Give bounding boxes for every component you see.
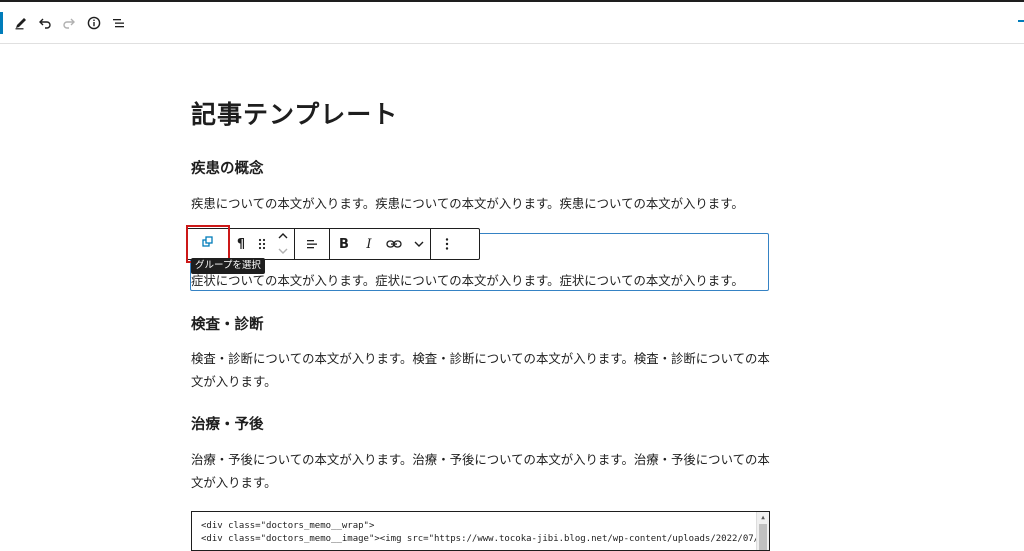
toolbar-group-format: B I bbox=[330, 229, 431, 259]
paragraph-block-type-button[interactable]: ¶ bbox=[230, 229, 252, 259]
italic-button[interactable]: I bbox=[358, 229, 380, 259]
code-line-2[interactable]: <div class="doctors_memo__image"><img sr… bbox=[201, 534, 769, 544]
info-icon[interactable] bbox=[83, 12, 105, 34]
paragraph-exam[interactable]: 検査・診断についての本文が入ります。検査・診断についての本文が入ります。検査・診… bbox=[191, 347, 771, 393]
paragraph-disease[interactable]: 疾患についての本文が入ります。疾患についての本文が入ります。疾患についての本文が… bbox=[191, 192, 771, 215]
link-icon[interactable] bbox=[380, 229, 408, 259]
post-title[interactable]: 記事テンプレート bbox=[191, 95, 398, 131]
section-heading-treatment[interactable]: 治療・予後 bbox=[191, 413, 264, 434]
chevron-up-icon[interactable] bbox=[277, 229, 289, 244]
list-view-icon[interactable] bbox=[108, 12, 130, 34]
options-kebab-icon[interactable] bbox=[431, 229, 463, 259]
more-formats-chevron-icon[interactable] bbox=[408, 229, 430, 259]
paragraph-symptom[interactable]: 症状についての本文が入ります。症状についての本文が入ります。症状についての本文が… bbox=[191, 269, 771, 292]
drag-handle-icon[interactable] bbox=[252, 229, 272, 259]
align-left-icon[interactable] bbox=[295, 229, 329, 259]
code-scrollbar[interactable]: ▲ bbox=[756, 512, 769, 550]
move-up-down-control[interactable] bbox=[272, 229, 294, 259]
scroll-thumb[interactable] bbox=[759, 524, 767, 550]
block-toolbar: ¶ B I bbox=[186, 228, 480, 260]
toolbar-right-indicator bbox=[1018, 20, 1024, 22]
bold-button[interactable]: B bbox=[330, 229, 358, 259]
section-heading-disease[interactable]: 疾患の概念 bbox=[191, 157, 264, 178]
editor-top-toolbar bbox=[0, 2, 1024, 44]
chevron-down-icon[interactable] bbox=[277, 244, 289, 259]
select-group-tooltip: グループを選択 bbox=[191, 258, 265, 274]
redo-icon[interactable] bbox=[58, 12, 80, 34]
code-line-1[interactable]: <div class="doctors_memo__wrap"> bbox=[201, 521, 374, 531]
paragraph-treatment[interactable]: 治療・予後についての本文が入ります。治療・予後についての本文が入ります。治療・予… bbox=[191, 448, 771, 494]
pencil-icon[interactable] bbox=[10, 12, 32, 34]
scroll-up-arrow-icon[interactable]: ▲ bbox=[759, 514, 767, 522]
toolbar-group-block: ¶ bbox=[230, 229, 295, 259]
custom-html-block[interactable]: <div class="doctors_memo__wrap"> <div cl… bbox=[191, 511, 770, 551]
section-heading-exam[interactable]: 検査・診断 bbox=[191, 313, 264, 334]
toolbar-group-options bbox=[431, 229, 463, 259]
toolbar-group-align bbox=[295, 229, 330, 259]
toolbar-accent-bar bbox=[0, 12, 3, 34]
undo-icon[interactable] bbox=[34, 12, 56, 34]
